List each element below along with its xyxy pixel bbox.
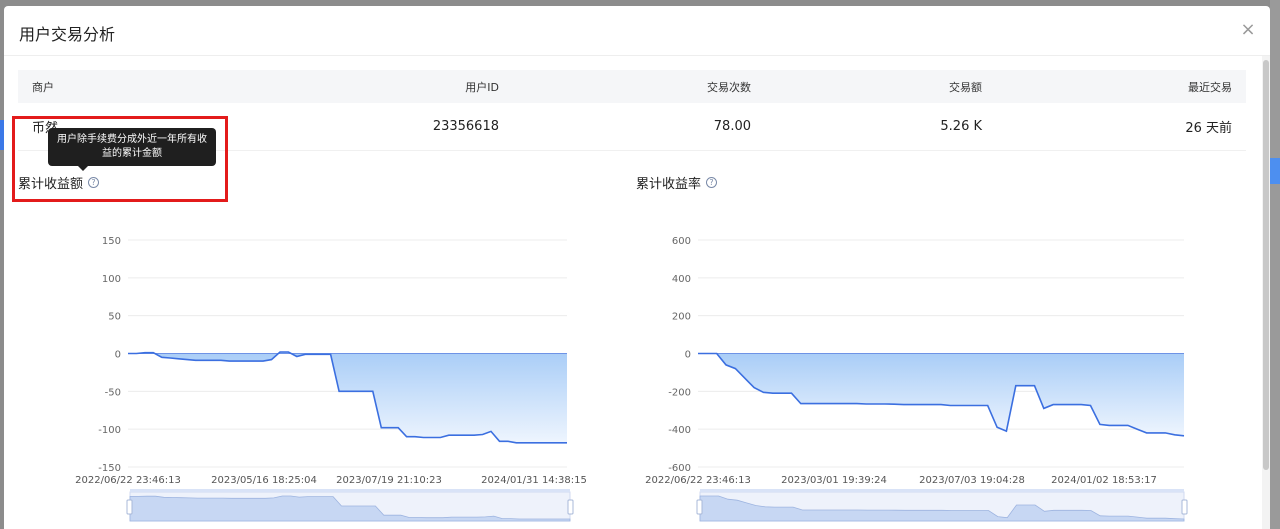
- y-tick-label: 200: [672, 312, 691, 323]
- background-page-edge: [1270, 0, 1280, 529]
- y-tick-label: -200: [668, 387, 691, 398]
- y-tick-label: 400: [672, 274, 691, 285]
- x-tick-label: 2023/03/01 19:39:24: [781, 475, 887, 486]
- x-tick-label: 2022/06/22 23:46:13: [645, 475, 751, 486]
- y-tick-label: -400: [668, 425, 691, 436]
- area-fill: [698, 353, 1184, 436]
- zoom-handle-right: [1181, 499, 1188, 515]
- zoom-slider-top-bar: [700, 489, 1184, 492]
- x-tick-label: 2024/01/02 18:53:17: [1051, 475, 1157, 486]
- y-tick-label: -600: [668, 463, 691, 474]
- annotation-highlight-box: [12, 116, 228, 202]
- x-tick-label: 2023/07/03 19:04:28: [919, 475, 1025, 486]
- background-tab: [1270, 158, 1280, 184]
- trade-analysis-modal: 用户交易分析 × 商户 用户ID 交易次数 交易额 最近交易 币然 233566…: [4, 6, 1270, 529]
- y-tick-label: 600: [672, 236, 691, 247]
- y-tick-label: 0: [685, 350, 691, 361]
- zoom-handle-left: [696, 499, 703, 515]
- cumulative-return-chart: 600 400 200 0 -200 -400 -6002022/06/22 23:46:1…: [645, 236, 1188, 522]
